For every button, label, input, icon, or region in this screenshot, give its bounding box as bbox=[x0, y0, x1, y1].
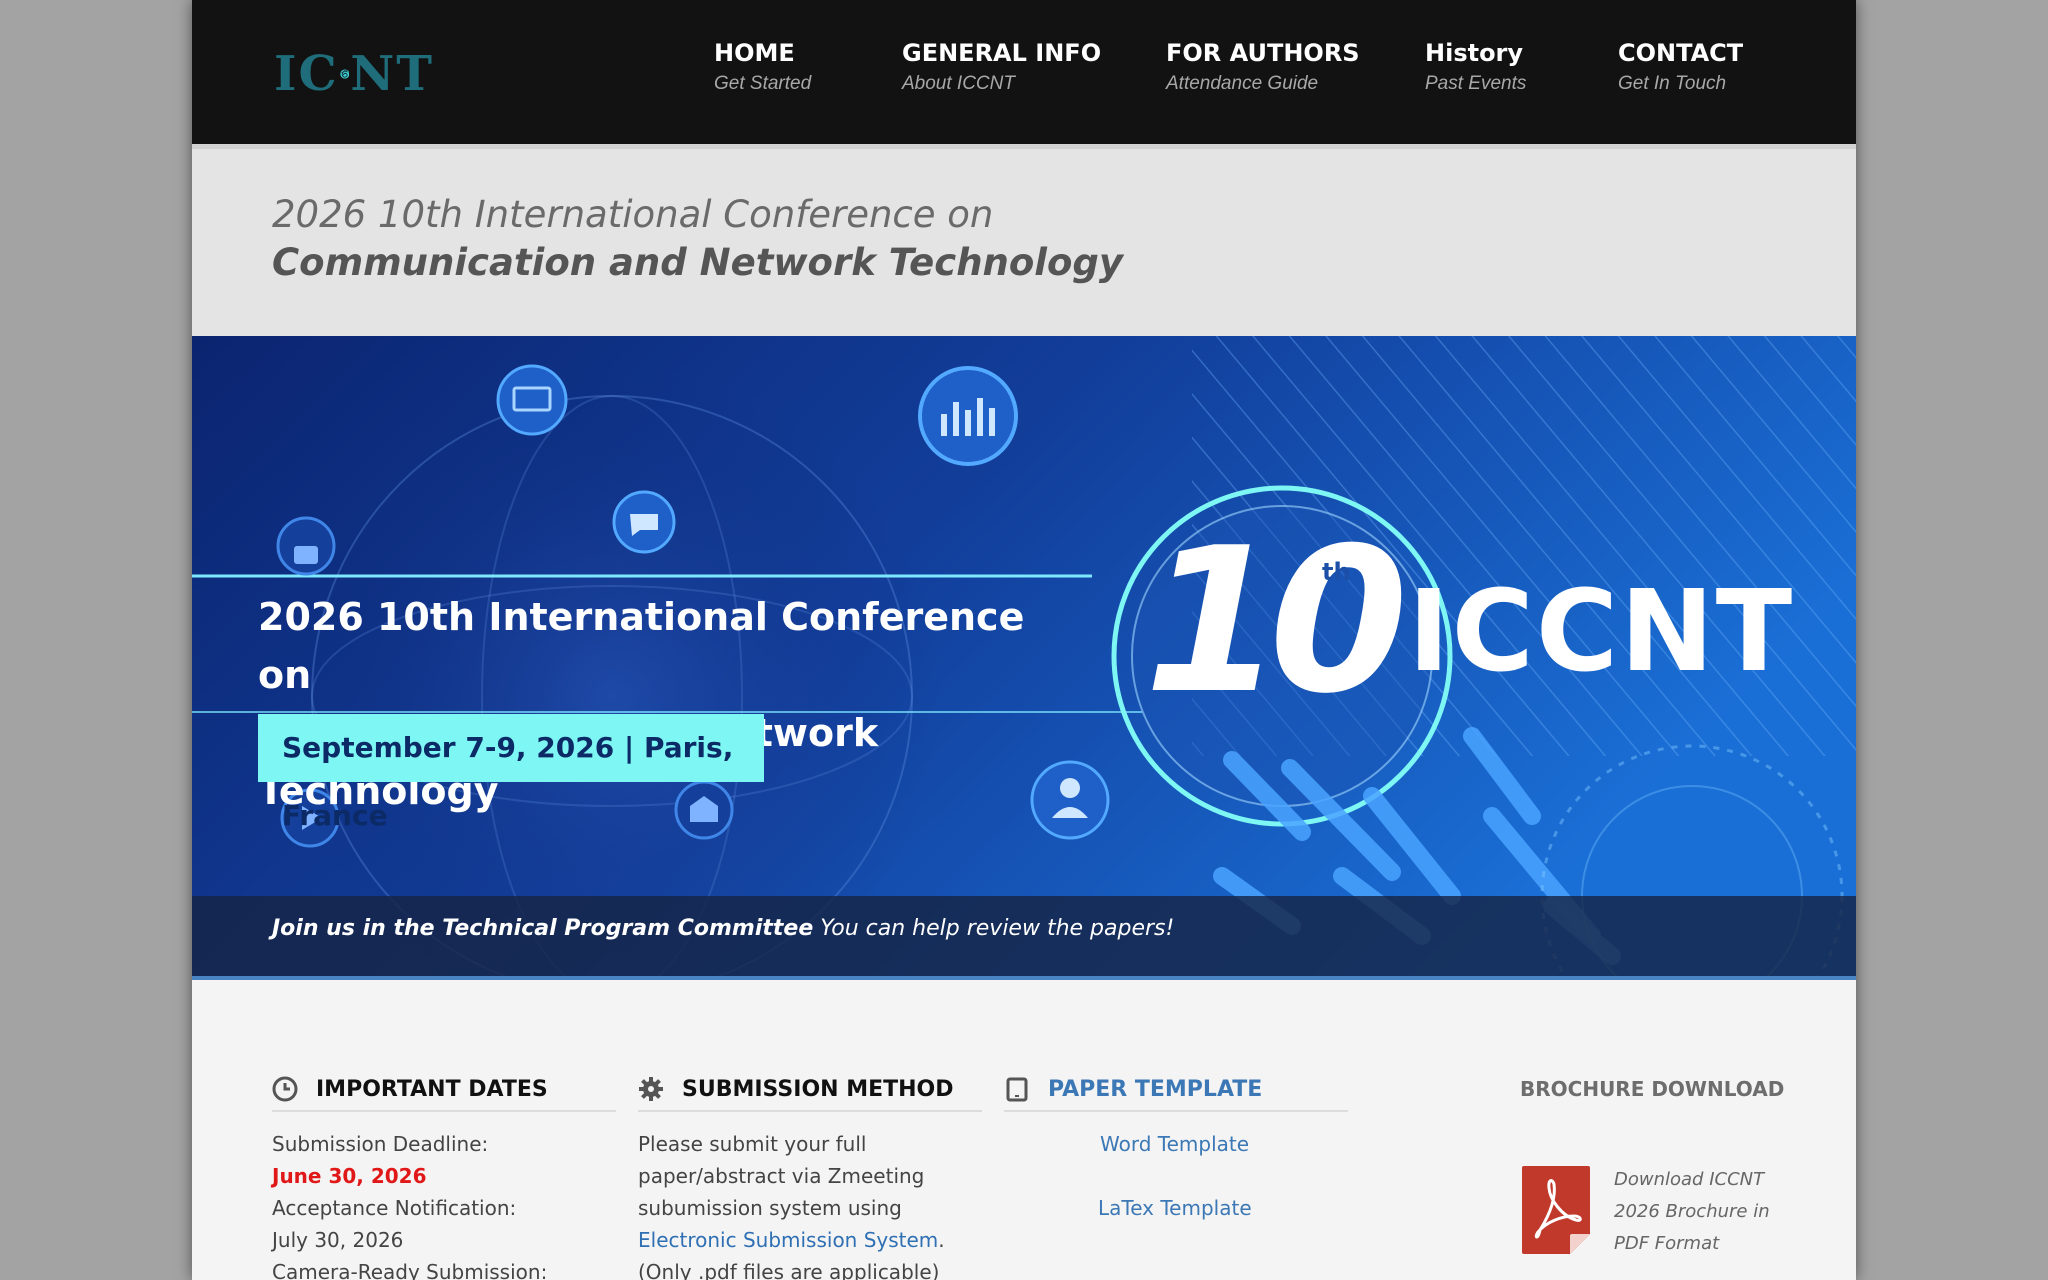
title-band: 2026 10th International Conference on Co… bbox=[192, 144, 1856, 336]
latex-template-link[interactable]: LaTex Template bbox=[1098, 1192, 1348, 1224]
nav-history-title: History bbox=[1425, 39, 1524, 67]
word-template-link[interactable]: Word Template bbox=[1100, 1128, 1348, 1160]
nav-home-title: HOME bbox=[714, 39, 795, 67]
nav-contact-subtitle: Get In Touch bbox=[1618, 73, 1727, 94]
submission-method-column: SUBMISSION METHOD Please submit your ful… bbox=[638, 1068, 982, 1280]
submission-text-line-1: Please submit your full bbox=[638, 1132, 867, 1156]
banner-edition-number: 10 bbox=[1144, 505, 1408, 738]
paper-template-title: PAPER TEMPLATE bbox=[1048, 1076, 1263, 1102]
nav-history-subtitle: Past Events bbox=[1425, 73, 1527, 94]
gear-icon bbox=[639, 1077, 663, 1101]
submission-method-body: Please submit your full paper/abstract v… bbox=[638, 1128, 982, 1280]
submission-deadline-label: Submission Deadline: bbox=[272, 1132, 489, 1156]
paper-template-body: Word Template LaTex Template bbox=[1004, 1128, 1348, 1224]
nav-for-authors[interactable]: FOR AUTHORS Attendance Guide bbox=[1166, 38, 1360, 98]
submission-text-note: (Only .pdf files are applicable) bbox=[638, 1260, 940, 1280]
page-title-light: 2026 10th International Conference on bbox=[272, 193, 994, 236]
submission-method-heading: SUBMISSION METHOD bbox=[638, 1068, 982, 1112]
electronic-submission-link[interactable]: Electronic Submission System bbox=[638, 1228, 938, 1252]
hero-banner: 2026 10th International Conference on Co… bbox=[192, 336, 1856, 980]
nav-home-subtitle: Get Started bbox=[714, 73, 812, 94]
info-section: IMPORTANT DATES Submission Deadline: Jun… bbox=[192, 980, 1856, 1280]
nav-general-info-title: GENERAL INFO bbox=[902, 39, 1102, 67]
nav-general-info-subtitle: About ICCNT bbox=[902, 73, 1015, 94]
main-nav: HOME Get Started GENERAL INFO About ICCN… bbox=[192, 38, 1856, 108]
submission-text-line-3: subumission system using bbox=[638, 1196, 902, 1220]
tpc-invitation-rest: You can help review the papers! bbox=[813, 916, 1175, 941]
brochure-heading: BROCHURE DOWNLOAD bbox=[1520, 1077, 1785, 1101]
nav-contact-title: CONTACT bbox=[1618, 39, 1744, 67]
banner-acronym: ICCNT bbox=[1408, 567, 1795, 697]
submission-deadline-value: June 30, 2026 bbox=[272, 1164, 427, 1188]
brochure-text-line-1: Download ICCNT bbox=[1614, 1169, 1765, 1190]
important-dates-title: IMPORTANT DATES bbox=[316, 1076, 548, 1102]
banner-date-location: September 7-9, 2026 | Paris, France bbox=[258, 714, 764, 832]
paper-template-column: PAPER TEMPLATE Word Template LaTex Templ… bbox=[1004, 1068, 1348, 1224]
banner-title-line-1: 2026 10th International Conference on bbox=[258, 595, 1025, 697]
important-dates-heading: IMPORTANT DATES bbox=[272, 1068, 616, 1112]
banner-caption-bar: Join us in the Technical Program Committ… bbox=[192, 896, 1856, 976]
site-header: IC NT HOME Get Started GENERAL INFO Abou… bbox=[192, 0, 1856, 144]
acceptance-notification-value: July 30, 2026 bbox=[272, 1228, 404, 1252]
brochure-column: BROCHURE DOWNLOAD Download ICCNT 2026 Br… bbox=[1520, 1068, 1800, 1254]
page-container: IC NT HOME Get Started GENERAL INFO Abou… bbox=[192, 0, 1856, 1280]
nav-general-info[interactable]: GENERAL INFO About ICCNT bbox=[902, 38, 1101, 98]
nav-contact[interactable]: CONTACT Get In Touch bbox=[1618, 38, 1743, 98]
pdf-download-icon[interactable] bbox=[1520, 1164, 1592, 1256]
brochure-description: Download ICCNT 2026 Brochure in PDF Form… bbox=[1614, 1164, 1774, 1260]
page-title-strong: Communication and Network Technology bbox=[272, 241, 1124, 284]
nav-home[interactable]: HOME Get Started bbox=[714, 38, 811, 98]
page-title: 2026 10th International Conference on Co… bbox=[272, 191, 1292, 287]
clock-icon bbox=[272, 1076, 298, 1102]
tpc-invitation[interactable]: Join us in the Technical Program Committ… bbox=[272, 916, 1174, 941]
brochure-text-line-2: 2026 Brochure in bbox=[1614, 1201, 1770, 1222]
nav-for-authors-subtitle: Attendance Guide bbox=[1166, 73, 1319, 94]
acceptance-notification-label: Acceptance Notification: bbox=[272, 1196, 517, 1220]
paper-template-heading: PAPER TEMPLATE bbox=[1004, 1068, 1348, 1112]
nav-for-authors-title: FOR AUTHORS bbox=[1166, 39, 1360, 67]
camera-ready-label: Camera-Ready Submission: bbox=[272, 1260, 548, 1280]
submission-link-period: . bbox=[938, 1228, 945, 1252]
submission-text-line-2: paper/abstract via Zmeeting bbox=[638, 1164, 925, 1188]
important-dates-body: Submission Deadline: June 30, 2026 Accep… bbox=[272, 1128, 616, 1280]
brochure-text-line-3: PDF Format bbox=[1614, 1233, 1720, 1254]
nav-history[interactable]: History Past Events bbox=[1425, 38, 1526, 98]
important-dates-column: IMPORTANT DATES Submission Deadline: Jun… bbox=[272, 1068, 616, 1280]
tablet-icon bbox=[1006, 1077, 1028, 1102]
tpc-invitation-strong: Join us in the Technical Program Committ… bbox=[272, 916, 814, 941]
banner-edition-suffix: th bbox=[1322, 558, 1351, 586]
submission-method-title: SUBMISSION METHOD bbox=[682, 1076, 954, 1102]
